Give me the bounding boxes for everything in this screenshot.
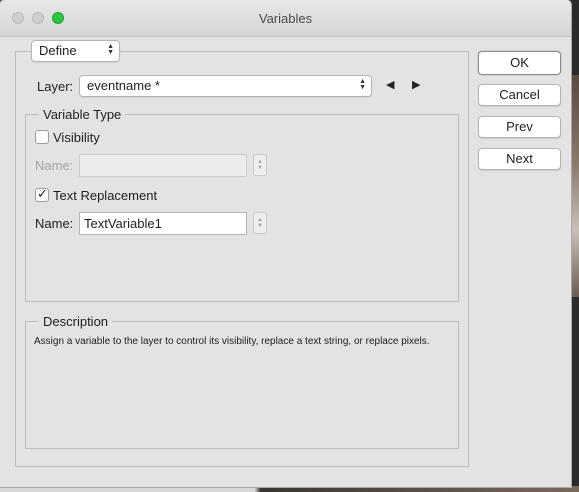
description-text: Assign a variable to the layer to contro… [34,336,430,347]
visibility-label: Visibility [53,130,100,145]
previous-layer-arrow-icon[interactable]: ◀ [386,78,394,91]
background-photo [570,75,579,297]
next-layer-arrow-icon[interactable]: ▶ [412,78,420,91]
description-title: Description [39,314,113,329]
variables-dialog: Variables Define ▲ ▼ Layer: eventname * ▲… [0,0,571,487]
variable-type-title: Variable Type [39,107,126,122]
cancel-button[interactable]: Cancel [478,84,561,106]
visibility-name-label: Name: [35,158,74,173]
text-replacement-name-stepper: ▲ ▼ [253,212,267,234]
next-button[interactable]: Next [478,148,561,170]
checkmark-icon: ✓ [37,186,48,201]
updown-chevron-icon: ▲ ▼ [359,78,366,91]
define-dropdown[interactable]: Define ▲ ▼ [31,40,120,62]
window-title: Variables [258,11,313,26]
text-replacement-checkbox[interactable]: ✓ [35,186,49,202]
title-bar[interactable]: Variables [0,0,571,37]
visibility-name-stepper: ▲ ▼ [253,154,267,176]
updown-chevron-icon: ▲ ▼ [107,43,114,56]
visibility-name-field [79,154,247,177]
layer-dropdown-value: eventname * [87,78,160,93]
text-replacement-name-label: Name: [35,216,74,231]
layer-dropdown[interactable]: eventname * ▲ ▼ [79,75,372,97]
ok-button[interactable]: OK [478,51,561,75]
layer-label: Layer: [37,79,74,94]
text-replacement-label: Text Replacement [53,188,158,203]
define-dropdown-value: Define [39,43,77,58]
visibility-checkbox[interactable] [35,130,49,144]
prev-button[interactable]: Prev [478,116,561,138]
text-replacement-name-field[interactable]: TextVariable1 [79,212,247,235]
